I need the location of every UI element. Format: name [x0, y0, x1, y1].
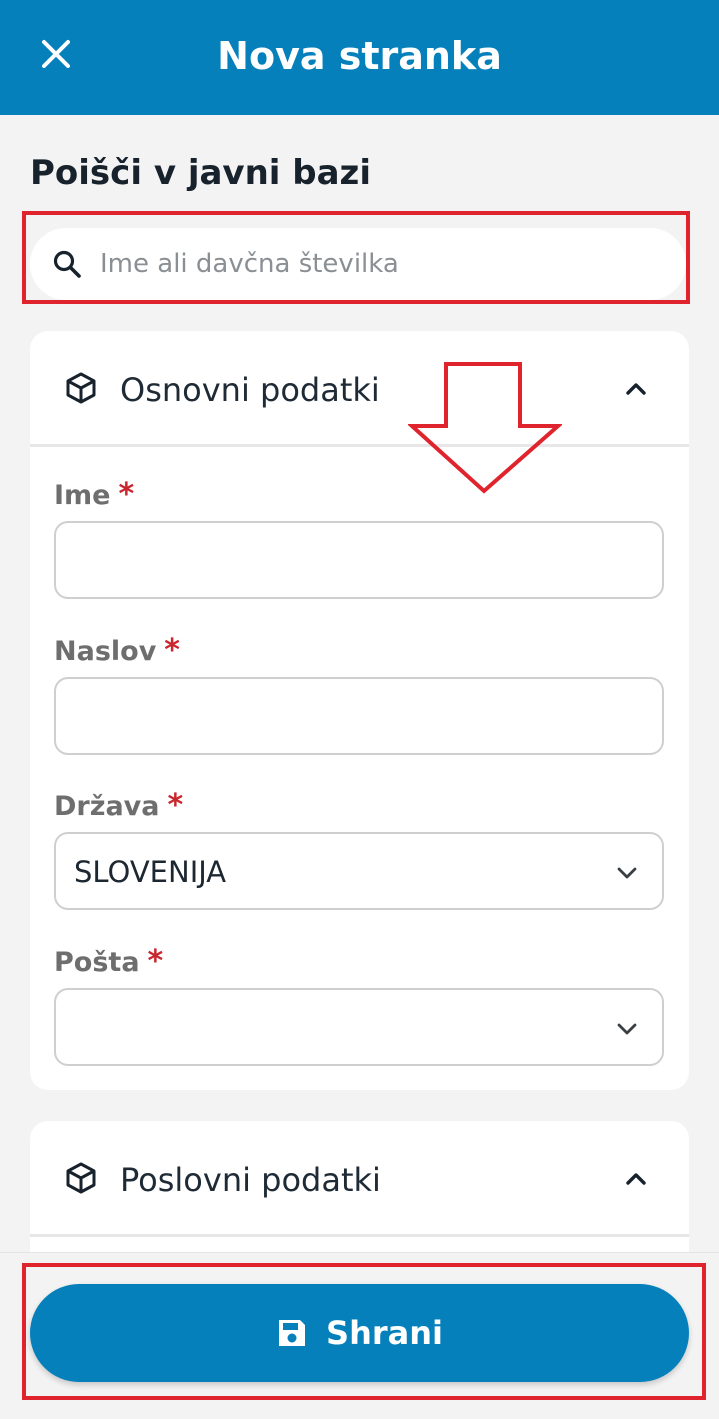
chevron-down-icon: [614, 1016, 640, 1042]
floppy-disk-icon: [276, 1317, 308, 1349]
business-data-header[interactable]: Poslovni podatki: [30, 1121, 689, 1237]
post-select[interactable]: [54, 988, 664, 1066]
chevron-up-icon[interactable]: [620, 373, 652, 405]
post-label: Pošta *: [54, 944, 163, 981]
basic-data-header[interactable]: Osnovni podatki: [30, 331, 689, 447]
basic-data-card: Osnovni podatki Ime * Naslov * Država * SLO…: [30, 331, 689, 1090]
basic-data-title: Osnovni podatki: [120, 371, 380, 409]
cube-icon: [64, 1161, 98, 1195]
required-mark: *: [167, 788, 184, 823]
address-input[interactable]: [56, 679, 662, 753]
search-heading: Poišči v javni bazi: [30, 153, 371, 193]
address-label-text: Naslov: [54, 636, 157, 667]
save-button[interactable]: Shrani: [30, 1284, 689, 1382]
page-title: Nova stranka: [217, 34, 502, 78]
name-label-text: Ime: [54, 480, 111, 511]
country-label: Država *: [54, 788, 183, 825]
address-label: Naslov *: [54, 633, 180, 670]
search-input[interactable]: [100, 234, 660, 294]
address-field[interactable]: [54, 677, 664, 755]
search-field[interactable]: [30, 228, 686, 300]
required-mark: *: [164, 633, 180, 668]
name-input[interactable]: [56, 523, 662, 597]
required-mark: *: [147, 944, 164, 979]
save-button-label: Shrani: [326, 1314, 443, 1352]
post-label-text: Pošta: [54, 947, 140, 978]
cube-icon: [64, 371, 98, 405]
app-bar: Nova stranka: [0, 0, 719, 115]
required-mark: *: [118, 477, 135, 512]
country-selected-value: SLOVENIJA: [74, 855, 227, 889]
country-label-text: Država: [54, 791, 160, 822]
chevron-up-icon[interactable]: [620, 1163, 652, 1195]
country-select[interactable]: SLOVENIJA: [54, 832, 664, 910]
name-field[interactable]: [54, 521, 664, 599]
chevron-down-icon: [614, 860, 640, 886]
name-label: Ime *: [54, 477, 134, 514]
search-icon: [52, 248, 84, 280]
business-data-title: Poslovni podatki: [120, 1161, 381, 1199]
